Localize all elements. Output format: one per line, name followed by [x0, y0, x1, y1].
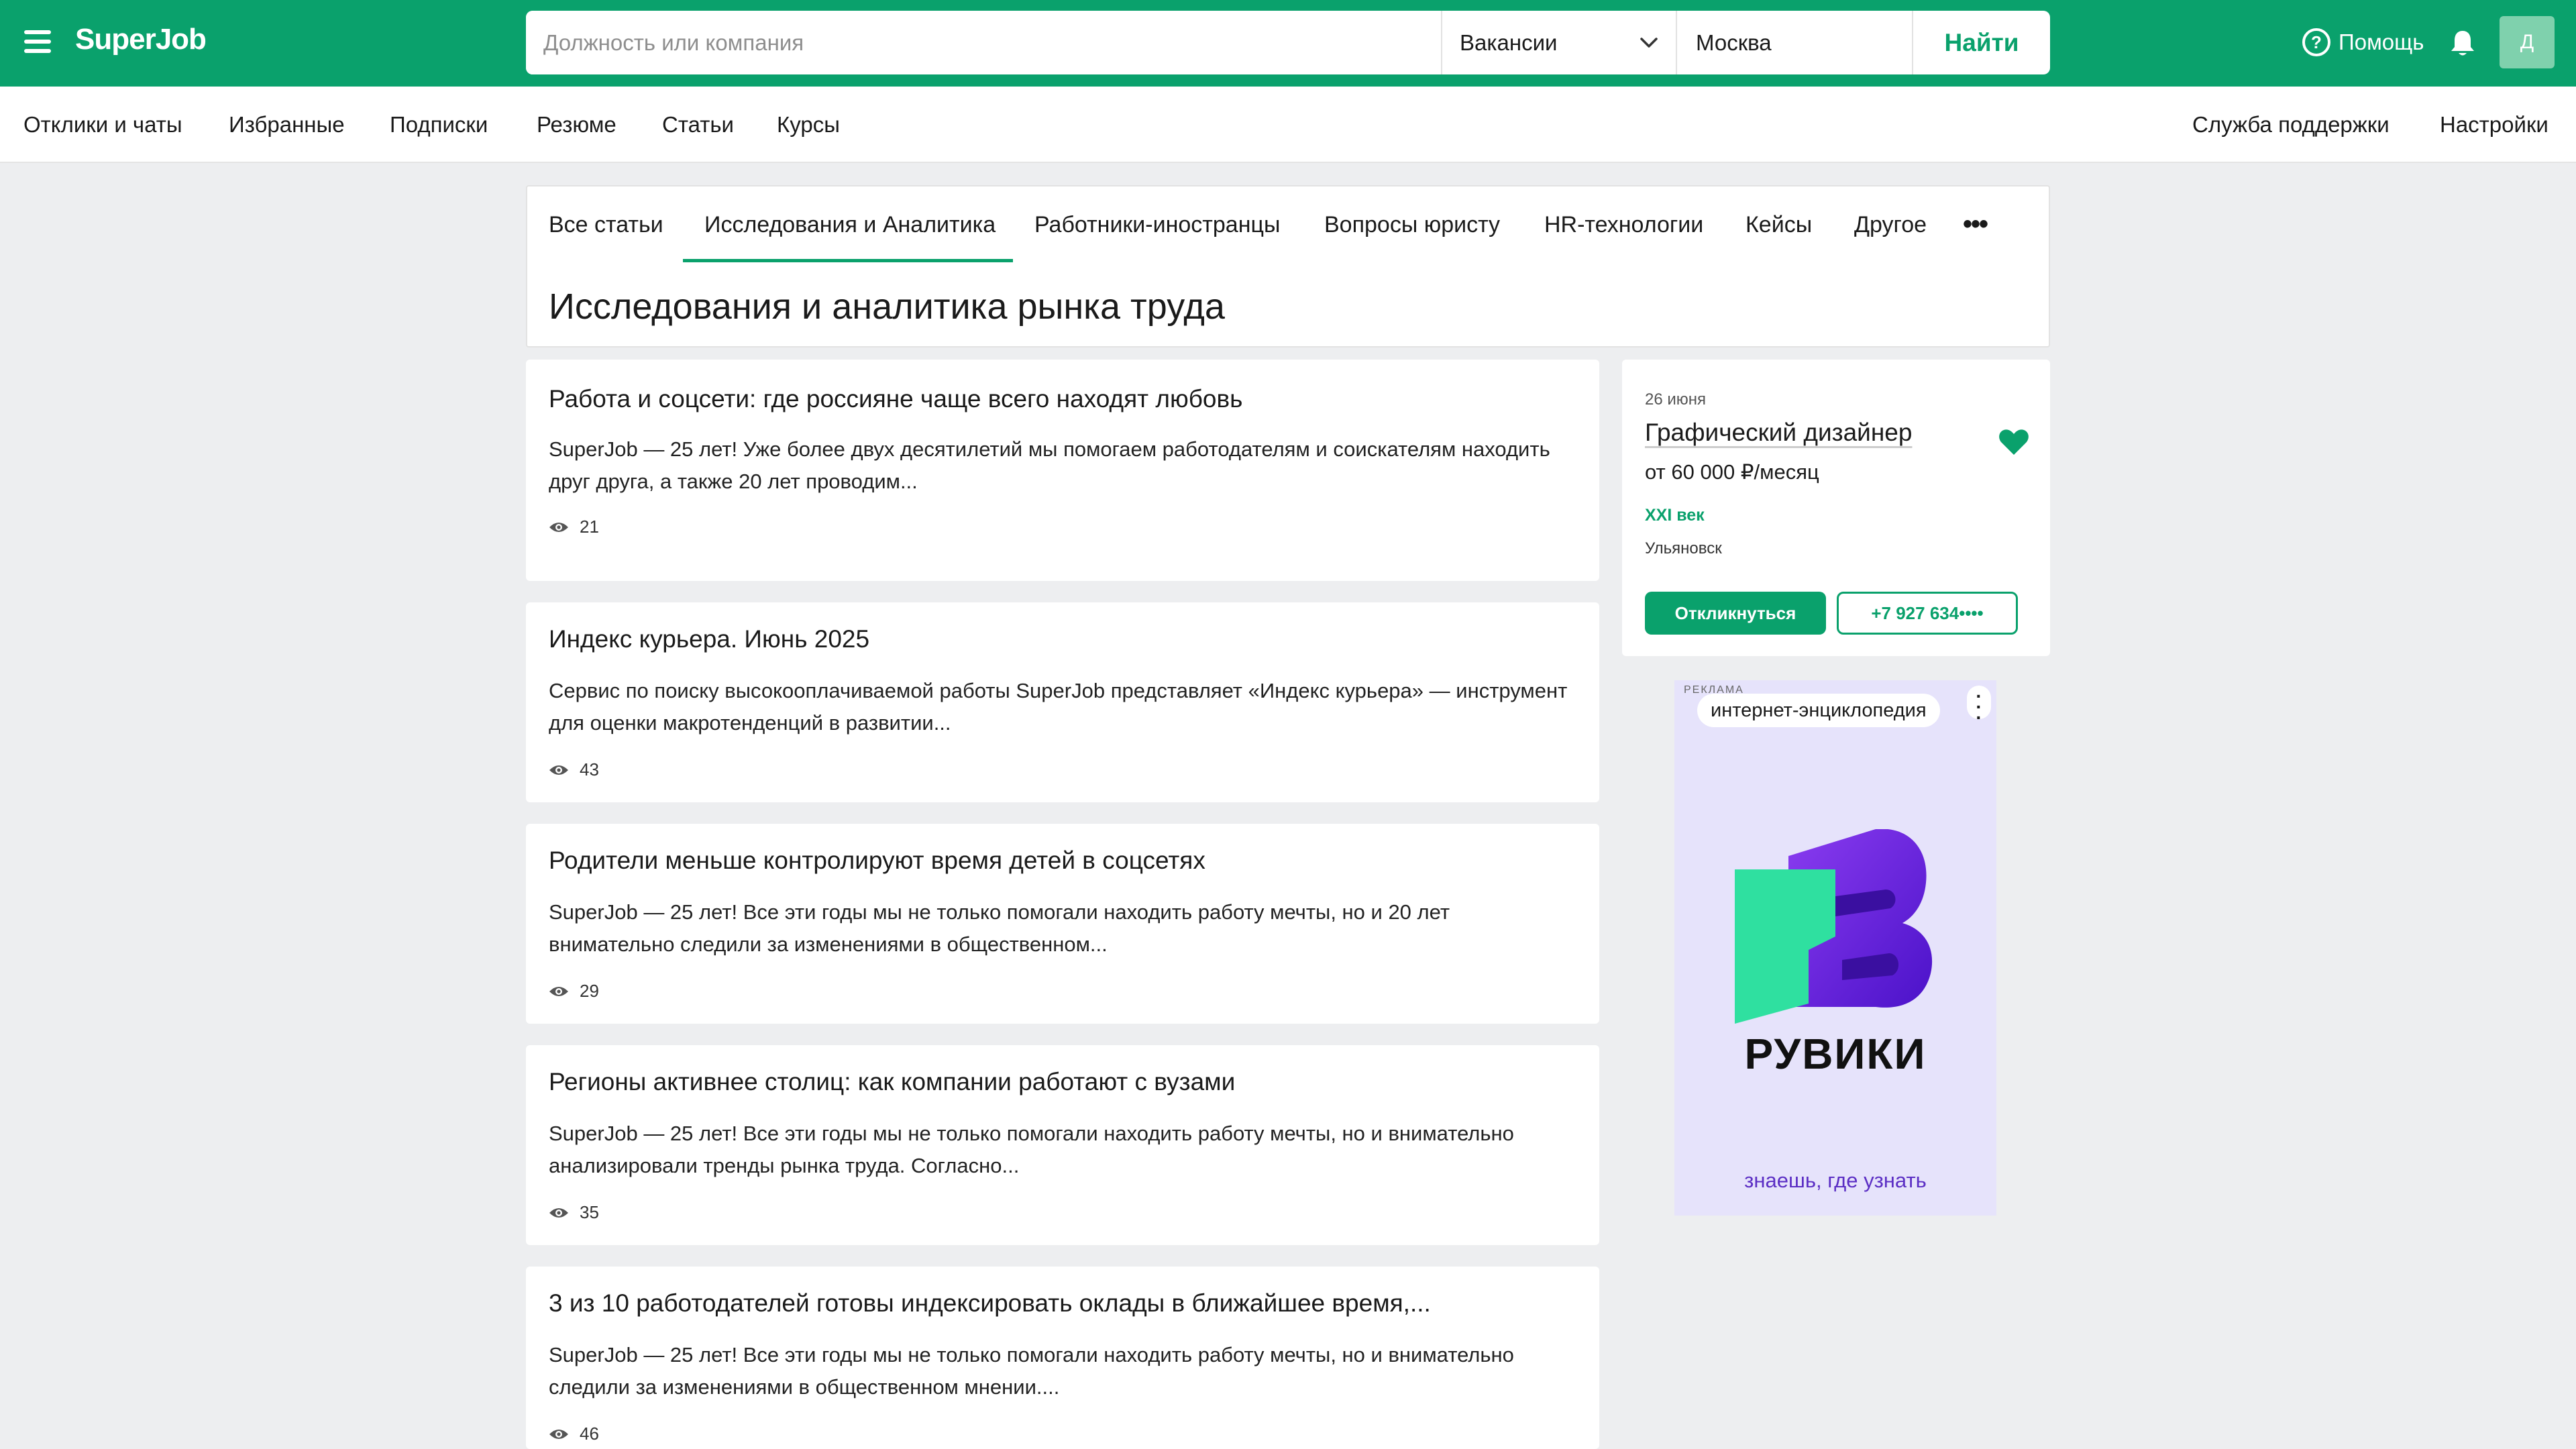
- views-count: 21: [580, 517, 599, 537]
- views-counter: 29: [549, 981, 599, 1002]
- help-icon: ?: [2302, 28, 2330, 56]
- tab-foreign-workers[interactable]: Работники-иностранцы: [1034, 212, 1280, 238]
- article-card[interactable]: 3 из 10 работодателей готовы индексирова…: [526, 1267, 1599, 1449]
- tab-legal-questions[interactable]: Вопросы юристу: [1324, 212, 1500, 238]
- more-tabs-icon[interactable]: •••: [1963, 209, 1988, 239]
- article-excerpt: SuperJob — 25 лет! Все эти годы мы не то…: [549, 900, 1450, 956]
- find-button[interactable]: Найти: [1913, 11, 2050, 74]
- nav-articles[interactable]: Статьи: [662, 112, 734, 138]
- eye-icon: [549, 986, 568, 996]
- chevron-down-icon: [1640, 37, 1658, 48]
- article-excerpt: SuperJob — 25 лет! Все эти годы мы не то…: [549, 1343, 1514, 1399]
- logo[interactable]: SuperJob: [75, 23, 207, 56]
- eye-icon: [549, 1429, 568, 1439]
- apply-button[interactable]: Откликнуться: [1645, 592, 1826, 635]
- secondary-nav: Отклики и чаты Избранные Подписки Резюме…: [0, 87, 2576, 163]
- heart-icon[interactable]: [1998, 427, 2030, 456]
- article-excerpt: Сервис по поиску высокооплачиваемой рабо…: [549, 679, 1568, 735]
- article-card[interactable]: Регионы активнее столиц: как компании ра…: [526, 1045, 1599, 1245]
- vacancy-date: 26 июня: [1645, 390, 1707, 409]
- article-title[interactable]: Родители меньше контролируют время детей…: [549, 847, 1205, 875]
- bell-icon[interactable]: [2449, 28, 2477, 58]
- views-counter: 43: [549, 759, 599, 780]
- article-card[interactable]: Родители меньше контролируют время детей…: [526, 824, 1599, 1024]
- article-title[interactable]: Регионы активнее столиц: как компании ра…: [549, 1068, 1235, 1096]
- articles-header-card: Все статьи Исследования и Аналитика Рабо…: [526, 185, 2050, 347]
- search-type-select[interactable]: Вакансии: [1442, 11, 1677, 74]
- page-title: Исследования и аналитика рынка труда: [549, 286, 1225, 327]
- vacancy-card: 26 июня Графический дизайнер от 60 000 ₽…: [1622, 360, 2050, 656]
- views-count: 29: [580, 981, 599, 1001]
- city-label: Москва: [1696, 30, 1772, 55]
- views-count: 46: [580, 1424, 599, 1444]
- menu-icon[interactable]: [24, 30, 51, 53]
- article-card[interactable]: Индекс курьера. Июнь 2025 Сервис по поис…: [526, 602, 1599, 802]
- views-counter: 35: [549, 1202, 599, 1223]
- vacancy-city: Ульяновск: [1645, 539, 1722, 557]
- search-bar: Вакансии Москва Найти: [526, 11, 2050, 74]
- nav-courses[interactable]: Курсы: [777, 112, 840, 138]
- eye-icon: [549, 522, 568, 532]
- nav-support[interactable]: Служба поддержки: [2192, 112, 2390, 138]
- views-count: 35: [580, 1202, 599, 1222]
- active-tab-indicator: [683, 259, 1013, 262]
- nav-responses-chats[interactable]: Отклики и чаты: [23, 112, 182, 138]
- nav-settings[interactable]: Настройки: [2440, 112, 2548, 138]
- tab-all-articles[interactable]: Все статьи: [549, 212, 663, 238]
- ad-tagline: знаешь, где узнать: [1744, 1169, 1927, 1192]
- search-type-label: Вакансии: [1460, 30, 1558, 55]
- article-card[interactable]: Работа и соцсети: где россияне чаще всег…: [526, 360, 1599, 581]
- nav-resume[interactable]: Резюме: [537, 112, 616, 138]
- ad-banner[interactable]: РЕКЛАМА интернет-энциклопедия · · · РУВИКИ…: [1674, 680, 1996, 1216]
- avatar[interactable]: Д: [2500, 16, 2555, 68]
- article-title[interactable]: Работа и соцсети: где россияне чаще всег…: [549, 385, 1242, 413]
- vacancy-salary: от 60 000 ₽/месяц: [1645, 460, 1819, 484]
- top-bar: SuperJob Вакансии Москва Найти ? Помощь …: [0, 0, 2576, 87]
- ad-brand: РУВИКИ: [1744, 1030, 1927, 1078]
- tab-hr-tech[interactable]: HR-технологии: [1544, 212, 1703, 238]
- help-label: Помощь: [2339, 30, 2424, 54]
- tab-cases[interactable]: Кейсы: [1746, 212, 1812, 238]
- vacancy-title[interactable]: Графический дизайнер: [1645, 419, 1912, 447]
- show-phone-button[interactable]: +7 927 634••••: [1837, 592, 2018, 635]
- eye-icon: [549, 1208, 568, 1218]
- tab-other[interactable]: Другое: [1854, 212, 1927, 238]
- article-excerpt: SuperJob — 25 лет! Все эти годы мы не то…: [549, 1122, 1514, 1177]
- views-counter: 21: [549, 517, 599, 537]
- ruviki-logo-icon: [1735, 829, 1933, 1024]
- nav-favorites[interactable]: Избранные: [229, 112, 345, 138]
- ad-menu-icon[interactable]: · · ·: [1967, 686, 1991, 727]
- eye-icon: [549, 765, 568, 775]
- help-link[interactable]: ? Помощь: [2302, 28, 2424, 56]
- ad-chip: интернет-энциклопедия: [1697, 694, 1940, 727]
- city-field[interactable]: Москва: [1677, 11, 1913, 74]
- views-count: 43: [580, 759, 599, 780]
- views-counter: 46: [549, 1424, 599, 1444]
- article-title[interactable]: 3 из 10 работодателей готовы индексирова…: [549, 1289, 1431, 1318]
- nav-subscriptions[interactable]: Подписки: [390, 112, 488, 138]
- vacancy-company[interactable]: XXI век: [1645, 506, 1705, 525]
- article-title[interactable]: Индекс курьера. Июнь 2025: [549, 625, 869, 653]
- article-excerpt: SuperJob — 25 лет! Уже более двух десяти…: [549, 437, 1550, 493]
- tab-research-analytics[interactable]: Исследования и Аналитика: [704, 212, 996, 238]
- search-input[interactable]: [526, 11, 1442, 74]
